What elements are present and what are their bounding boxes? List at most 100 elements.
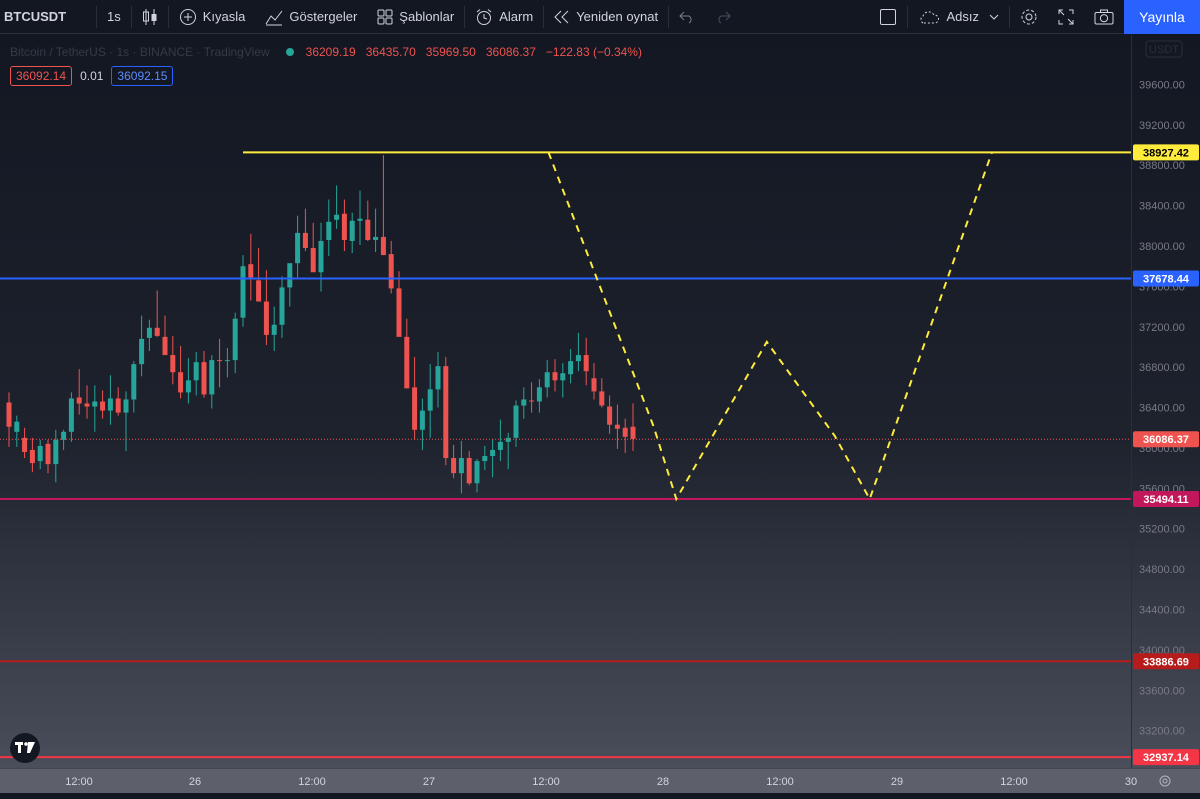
- layout-name: Adsız: [946, 9, 979, 24]
- candle: [490, 438, 496, 478]
- candle: [349, 212, 355, 254]
- candle-body: [279, 287, 285, 325]
- candle: [388, 240, 394, 294]
- candle-body: [451, 458, 457, 474]
- replay-button[interactable]: Yeniden oynat: [544, 0, 668, 34]
- chart-legend: Bitcoin / TetherUS · 1s · BINANCE · Trad…: [10, 43, 652, 61]
- candle-body: [435, 366, 441, 390]
- candle-body: [458, 458, 464, 474]
- candle-body: [404, 336, 410, 389]
- candle: [92, 385, 98, 432]
- candle: [131, 361, 137, 413]
- layout-menu-button[interactable]: Adsız: [908, 0, 1009, 34]
- indicators-button[interactable]: Göstergeler: [255, 0, 367, 34]
- price-tick-label: 36400.00: [1139, 403, 1185, 415]
- candle: [170, 335, 176, 385]
- candle-body: [256, 280, 262, 302]
- time-scale[interactable]: 12:00 26 12:00 27 12:00 28 12:00 29 12:00 30: [0, 768, 1200, 793]
- candle: [474, 459, 480, 493]
- candle: [295, 215, 301, 279]
- candle-body: [536, 387, 542, 402]
- snapshot-button[interactable]: [1084, 0, 1124, 34]
- redo-button[interactable]: [705, 0, 741, 34]
- publish-button[interactable]: Yayınla: [1124, 0, 1200, 34]
- candle-body: [240, 266, 246, 318]
- time-tick-label: 28: [657, 776, 669, 788]
- level-price-tag: 33886.69: [1133, 653, 1199, 670]
- price-scale[interactable]: 33200.00 33600.00 34000.00 34400.00 34800.00…: [1131, 35, 1200, 768]
- sell-price-button[interactable]: 36092.14: [10, 66, 73, 86]
- candle: [505, 432, 511, 470]
- candle: [68, 392, 74, 442]
- candle-body: [373, 236, 379, 240]
- candle: [14, 415, 20, 447]
- candle-body: [263, 301, 269, 335]
- candle-body: [544, 372, 550, 388]
- legend-title: Bitcoin / TetherUS · 1s · BINANCE · Trad…: [10, 45, 270, 59]
- candle-body: [599, 391, 605, 406]
- scale-settings-icon-hub: [1162, 778, 1168, 784]
- candle: [193, 352, 199, 396]
- price-tick-label: 33600.00: [1139, 685, 1185, 697]
- candle: [373, 208, 379, 253]
- candle-body: [302, 232, 308, 249]
- level-price-tag-text: 35494.11: [1143, 494, 1188, 506]
- level-price-tag-text: 38927.42: [1143, 147, 1189, 159]
- chart-pane[interactable]: [0, 35, 1131, 768]
- candle: [630, 403, 636, 451]
- time-tick-label: 29: [891, 776, 903, 788]
- candle: [232, 312, 238, 374]
- rewind-icon: [554, 10, 570, 24]
- candle-body: [209, 360, 215, 395]
- buy-sell-panel: 36092.14 0.01 36092.15: [10, 66, 174, 86]
- candle-body: [139, 338, 145, 365]
- buy-price-button[interactable]: 36092.15: [111, 66, 174, 86]
- candle: [201, 351, 207, 398]
- candle-body: [583, 355, 589, 372]
- candle: [404, 318, 410, 389]
- candle: [529, 382, 535, 413]
- alert-button[interactable]: Alarm: [465, 0, 543, 34]
- currency-chip: USDT: [1145, 40, 1183, 58]
- expand-button[interactable]: [1048, 0, 1084, 34]
- templates-label: Şablonlar: [399, 9, 455, 24]
- candle: [427, 364, 433, 438]
- candle-body: [201, 362, 207, 395]
- candle: [185, 358, 191, 404]
- chart-type-button[interactable]: [132, 0, 168, 34]
- indicators-label: Göstergeler: [289, 9, 358, 24]
- candle-body: [529, 400, 535, 402]
- fullscreen-toggle-button[interactable]: [869, 0, 907, 34]
- candle: [279, 276, 285, 338]
- undo-button[interactable]: [669, 0, 705, 34]
- candle: [466, 450, 472, 486]
- compare-button[interactable]: Kıyasla: [169, 0, 256, 34]
- candle-body: [326, 221, 332, 240]
- spread-value: 0.01: [80, 69, 104, 83]
- tradingview-logo[interactable]: [10, 733, 40, 763]
- candle: [614, 404, 620, 449]
- candle: [310, 222, 316, 273]
- candle-body: [380, 236, 386, 256]
- candle: [162, 315, 168, 356]
- templates-button[interactable]: Şablonlar: [367, 0, 464, 34]
- candle-body: [6, 402, 12, 427]
- candle-body: [146, 327, 152, 338]
- legend-low: 35969.50: [425, 45, 476, 59]
- candle: [209, 355, 215, 409]
- candle-body: [29, 449, 35, 464]
- price-tick-label: 37200.00: [1139, 322, 1185, 334]
- candle-body: [162, 336, 168, 356]
- candle: [419, 398, 425, 450]
- candle: [217, 338, 223, 388]
- candle-body: [310, 248, 316, 273]
- candle: [224, 347, 230, 378]
- interval-button[interactable]: 1s: [97, 0, 131, 34]
- symbol-search-button[interactable]: BTCUSDT: [0, 0, 96, 34]
- time-tick-label: 12:00: [766, 776, 794, 788]
- level-price-tag: 32937.14: [1133, 749, 1199, 766]
- candle: [575, 332, 581, 372]
- candle-body: [193, 362, 199, 381]
- candle-body: [295, 232, 301, 264]
- settings-button[interactable]: [1010, 0, 1048, 34]
